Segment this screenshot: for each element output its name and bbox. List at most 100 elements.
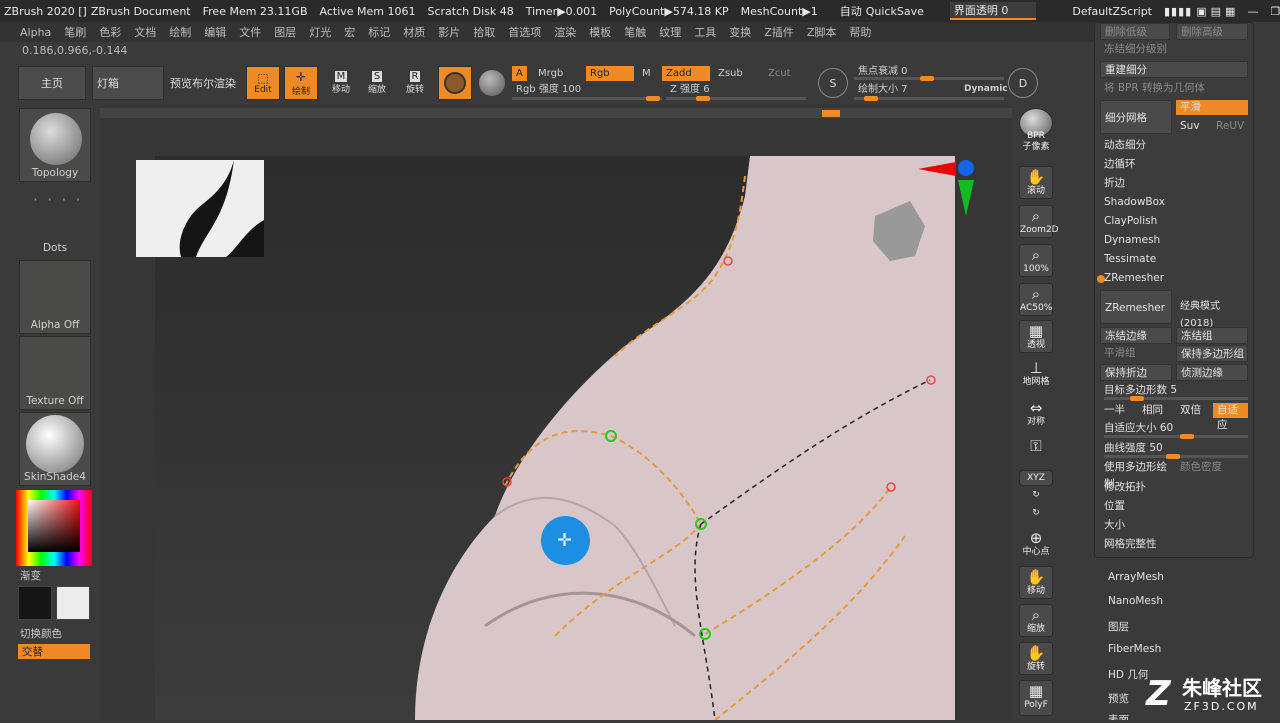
menu-item[interactable]: 影片 — [438, 24, 460, 40]
shadowbox-section[interactable]: ShadowBox — [1100, 194, 1248, 211]
scroll-button[interactable]: ✋ 滚动 — [1019, 166, 1053, 199]
zoom100-button[interactable]: ⌕ 100% — [1019, 244, 1053, 277]
rgb-toggle[interactable]: Rgb — [586, 66, 634, 81]
tessimate-section[interactable]: Tessimate — [1100, 251, 1248, 268]
bpr-preview-button[interactable]: 预览布尔渲染 — [168, 66, 238, 100]
document-canvas[interactable] — [155, 156, 955, 721]
switch-color-button[interactable]: 切换颜色 — [20, 626, 62, 641]
maximize-icon[interactable]: ❐ — [1270, 5, 1280, 18]
rotate-z-button[interactable]: ↻ — [1019, 508, 1053, 524]
symmetry-button[interactable]: ⇔ 对称 — [1019, 398, 1053, 431]
menu-item[interactable]: 材质 — [403, 24, 425, 40]
menu-item[interactable]: 模板 — [589, 24, 611, 40]
color-picker[interactable] — [16, 490, 92, 566]
half-button[interactable]: 一半 — [1100, 402, 1136, 419]
menu-item[interactable]: 工具 — [694, 24, 716, 40]
m-toggle[interactable]: M — [638, 66, 655, 81]
arraymesh-section[interactable]: ArrayMesh — [1108, 571, 1164, 583]
menu-item[interactable]: 渲染 — [554, 24, 576, 40]
rotate-y-button[interactable]: ↻ — [1019, 490, 1053, 506]
menu-item[interactable]: 帮助 — [849, 24, 871, 40]
center-button[interactable]: ⊕ 中心点 — [1019, 528, 1053, 561]
position-section[interactable]: 位置 — [1100, 498, 1248, 515]
quicksave-button[interactable]: QuickSave — [866, 5, 924, 18]
menu-item[interactable]: 灯光 — [309, 24, 331, 40]
scale-view-button[interactable]: ⌕ 缩放 — [1019, 604, 1053, 637]
home-button[interactable]: 主页 — [18, 66, 86, 100]
alpha-toggle[interactable]: A — [512, 66, 527, 81]
material-thumbnail[interactable]: SkinShade4 — [19, 412, 91, 486]
ac50-button[interactable]: ⌕ AC50% — [1019, 283, 1053, 316]
dynamic-d-button[interactable]: D — [1008, 68, 1038, 98]
menu-item[interactable]: Z插件 — [764, 24, 794, 40]
classic-mode-toggle[interactable]: 经典模式(2018) — [1176, 298, 1252, 329]
polyf-button[interactable]: ▦ PolyF — [1019, 680, 1053, 716]
minimize-icon[interactable]: — — [1247, 5, 1258, 18]
keep-creases-toggle[interactable]: 保持折边 — [1100, 364, 1172, 381]
mrgb-toggle[interactable]: Mrgb — [534, 66, 567, 81]
help-icon[interactable]: ▣ — [1196, 5, 1206, 18]
zsub-toggle[interactable]: Zsub — [714, 66, 747, 81]
keep-groups-toggle[interactable]: 保持多边形组 — [1176, 345, 1248, 362]
menu-item[interactable]: 标记 — [368, 24, 390, 40]
smooth-toggle[interactable]: 平滑 — [1176, 100, 1248, 115]
edgeloop-section[interactable]: 边循环 — [1100, 156, 1248, 173]
local-button[interactable]: ⚿ — [1019, 436, 1053, 460]
menu-item[interactable]: 笔触 — [624, 24, 646, 40]
menu-item[interactable]: 拾取 — [473, 24, 495, 40]
same-button[interactable]: 相同 — [1138, 402, 1174, 419]
freeze-groups-toggle[interactable]: 冻结组 — [1176, 327, 1248, 344]
layers-section[interactable]: 图层 — [1108, 619, 1129, 634]
subpixel-button[interactable]: 子像素 — [1019, 142, 1053, 162]
alternate-button[interactable]: 交替 — [18, 644, 90, 659]
brush-button[interactable] — [476, 66, 508, 100]
navigation-thumbnail[interactable] — [136, 160, 264, 257]
nanomesh-section[interactable]: NanoMesh — [1108, 595, 1163, 607]
zadd-toggle[interactable]: Zadd — [662, 66, 710, 81]
stroke-thumbnail[interactable]: · · · · Dots — [19, 184, 91, 256]
move-view-button[interactable]: ✋ 移动 — [1019, 566, 1053, 599]
modify-topology-section[interactable]: 修改拓扑 — [1100, 479, 1248, 496]
delete-lower-button[interactable]: 删除低级 — [1100, 23, 1170, 40]
color-density-slider[interactable]: 颜色密度 — [1176, 459, 1248, 476]
bpr-to-geo-button[interactable]: 将 BPR 转换为几何体 — [1100, 80, 1248, 97]
claypolish-section[interactable]: ClayPolish — [1100, 213, 1248, 230]
zremesher-section[interactable]: ZRemesher — [1100, 270, 1248, 287]
alpha-thumbnail[interactable]: Alpha Off — [19, 260, 91, 334]
perspective-button[interactable]: ▦ 透视 — [1019, 320, 1053, 353]
target-polycount-track[interactable] — [1104, 396, 1248, 401]
adaptive-size-track[interactable] — [1104, 434, 1248, 439]
menu-item[interactable]: 变换 — [729, 24, 751, 40]
draw-size-slider[interactable] — [854, 96, 1004, 101]
material-button[interactable] — [438, 66, 472, 100]
menu-item[interactable]: 文档 — [134, 24, 156, 40]
menu-item[interactable]: 首选项 — [508, 24, 541, 40]
draw-button[interactable]: ✛ 绘制 — [284, 66, 318, 100]
menu-item[interactable]: 笔刷 — [64, 24, 86, 40]
freeze-border-toggle[interactable]: 冻结边缘 — [1100, 327, 1172, 344]
menu-item[interactable]: 色彩 — [99, 24, 121, 40]
color-square[interactable] — [28, 500, 80, 552]
orientation-gizmo[interactable] — [916, 158, 974, 218]
menu-item[interactable]: Alpha — [20, 26, 51, 39]
freeze-subdivision-button[interactable]: 冻结细分级别 — [1100, 41, 1248, 58]
secondary-color-swatch[interactable] — [56, 586, 90, 620]
window-icon[interactable]: ▦ — [1225, 5, 1235, 18]
double-button[interactable]: 双倍 — [1176, 402, 1212, 419]
dynamic-toggle[interactable]: Dynamic — [960, 82, 1012, 97]
detect-edges-toggle[interactable]: 侦测边缘 — [1176, 364, 1248, 381]
suv-toggle[interactable]: Suv — [1176, 118, 1212, 135]
focal-shift-slider[interactable] — [854, 76, 1004, 81]
preview-section[interactable]: 预览 — [1108, 691, 1129, 706]
fibermesh-section[interactable]: FiberMesh — [1108, 643, 1161, 655]
hd-geometry-section[interactable]: HD 几何 — [1108, 667, 1148, 682]
menu-item[interactable]: 编辑 — [204, 24, 226, 40]
subdivide-button[interactable]: 细分网格 — [1100, 100, 1172, 134]
curve-strength-track[interactable] — [1104, 454, 1248, 459]
reuv-toggle[interactable]: ReUV — [1212, 118, 1248, 135]
size-section[interactable]: 大小 — [1100, 517, 1248, 534]
transparency-slider[interactable]: 界面透明 0 — [949, 2, 1037, 20]
scroll-marker[interactable] — [822, 110, 840, 117]
rgb-intensity-slider[interactable] — [512, 96, 662, 101]
menu-item[interactable]: 图层 — [274, 24, 296, 40]
